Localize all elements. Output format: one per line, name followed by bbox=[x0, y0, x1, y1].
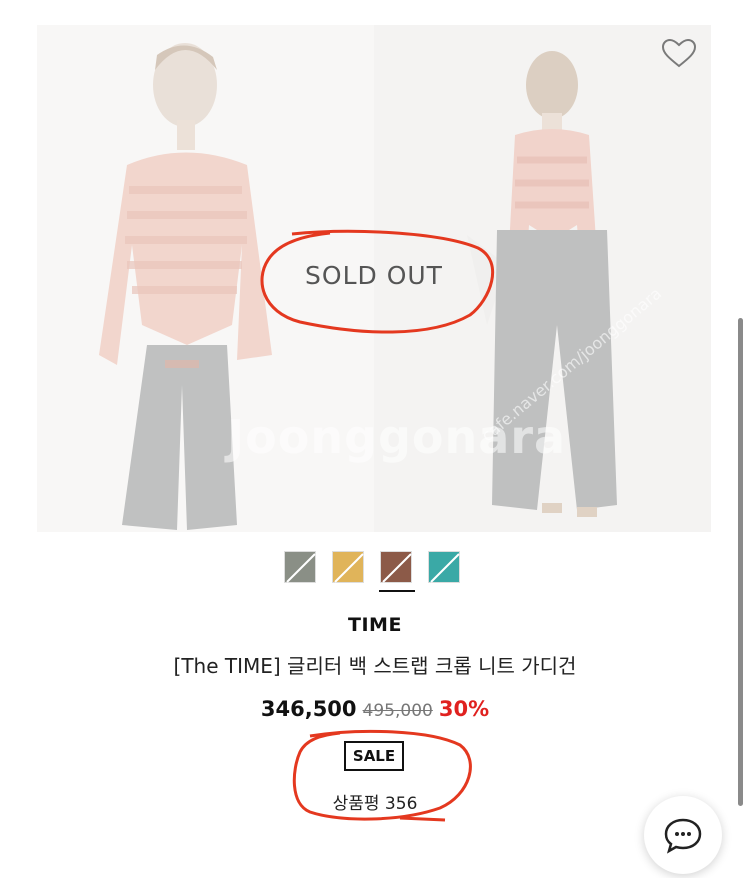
price-row: 346,500 495,000 30% bbox=[0, 697, 750, 721]
chat-bubble-icon bbox=[664, 818, 702, 854]
sale-badge: SALE bbox=[344, 741, 404, 771]
swatch-teal[interactable] bbox=[428, 551, 460, 583]
product-title: [The TIME] 글리터 백 스트랩 크롭 니트 가디건 bbox=[173, 654, 577, 678]
price-original: 495,000 bbox=[362, 701, 433, 721]
heart-icon[interactable] bbox=[659, 38, 699, 70]
color-swatches bbox=[284, 551, 460, 592]
discount-rate: 30% bbox=[438, 697, 490, 721]
swatch-khaki[interactable] bbox=[284, 551, 316, 583]
brand-name[interactable]: TIME bbox=[0, 614, 750, 636]
soldout-label: SOLD OUT bbox=[305, 261, 443, 290]
swatch-yellow[interactable] bbox=[332, 551, 364, 583]
product-image[interactable]: Joonggonara cafe.naver.com/joonggonara S… bbox=[37, 25, 711, 532]
price-current: 346,500 bbox=[260, 697, 357, 721]
swatch-brown[interactable] bbox=[379, 551, 415, 592]
scrollbar[interactable] bbox=[738, 318, 743, 806]
review-count[interactable]: 상품평 356 bbox=[0, 789, 750, 814]
chat-button[interactable] bbox=[644, 796, 722, 874]
